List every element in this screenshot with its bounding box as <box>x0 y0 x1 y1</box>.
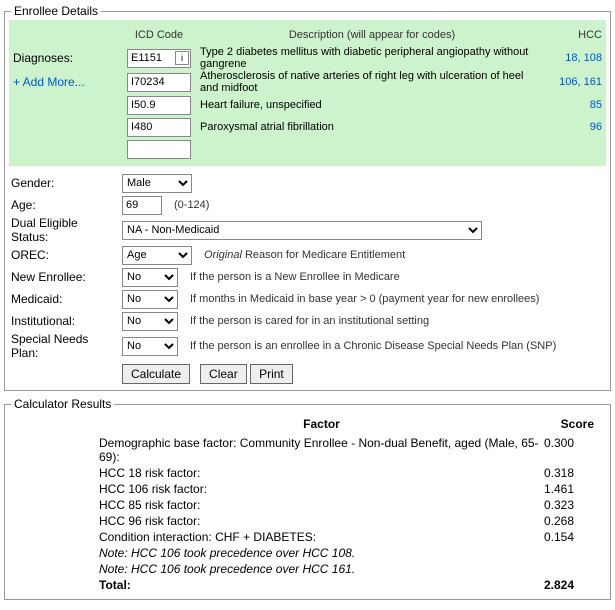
hdr-icd: ICD Code <box>124 29 194 41</box>
result-score: 0.268 <box>544 514 594 528</box>
dual-label: Dual Eligible Status: <box>11 216 116 244</box>
icd-input-2[interactable] <box>127 96 191 115</box>
diag-desc-2: Heart failure, unspecified <box>200 99 544 111</box>
diag-hcc-0: 18, 108 <box>550 52 602 64</box>
hdr-desc: Description (will appear for codes) <box>200 29 544 41</box>
result-score: 0.323 <box>544 498 594 512</box>
medicaid-label: Medicaid: <box>11 292 116 306</box>
result-factor: HCC 85 risk factor: <box>99 498 544 512</box>
newenrollee-label: New Enrollee: <box>11 270 116 284</box>
enrollee-legend: Enrollee Details <box>11 4 101 18</box>
snp-label: Special Needs Plan: <box>11 332 116 360</box>
medicaid-select[interactable]: No <box>122 290 178 309</box>
icd-input-1[interactable] <box>127 73 191 92</box>
diag-row: Paroxysmal atrial fibrillation 96 <box>13 116 602 138</box>
icd-input-3[interactable] <box>127 118 191 137</box>
diag-desc-3: Paroxysmal atrial fibrillation <box>200 121 544 133</box>
diag-hcc-1: 106, 161 <box>550 76 602 88</box>
age-input[interactable] <box>122 196 162 215</box>
diag-desc-0: Type 2 diabetes mellitus with diabetic p… <box>200 46 544 70</box>
result-factor: Condition interaction: CHF + DIABETES: <box>99 530 544 544</box>
diagnoses-block: ICD Code Description (will appear for co… <box>9 20 606 166</box>
gender-select[interactable]: Male <box>122 174 192 193</box>
institutional-hint: If the person is cared for in an institu… <box>190 315 429 327</box>
result-score: 0.318 <box>544 466 594 480</box>
result-score: 1.461 <box>544 482 594 496</box>
diag-hcc-2: 85 <box>550 99 602 111</box>
result-factor: HCC 106 risk factor: <box>99 482 544 496</box>
institutional-label: Institutional: <box>11 314 116 328</box>
results-body: Demographic base factor: Community Enrol… <box>11 435 604 593</box>
result-note: Note: HCC 106 took precedence over HCC 1… <box>99 561 594 577</box>
diag-header-row: ICD Code Description (will appear for co… <box>13 24 602 46</box>
newenrollee-hint: If the person is a New Enrollee in Medic… <box>190 271 400 283</box>
result-factor: HCC 18 risk factor: <box>99 466 544 480</box>
results-hdr-score: Score <box>544 417 594 431</box>
result-row: HCC 85 risk factor:0.323 <box>99 497 594 513</box>
result-factor: Demographic base factor: Community Enrol… <box>99 436 544 464</box>
orec-hint: Original Reason for Medicare Entitlement <box>204 249 405 261</box>
orec-select[interactable]: Age <box>122 246 192 265</box>
result-total: Total:2.824 <box>99 577 594 593</box>
dual-select[interactable]: NA - Non-Medicaid <box>122 221 482 240</box>
results-hdr-factor: Factor <box>99 417 544 431</box>
medicaid-hint: If months in Medicaid in base year > 0 (… <box>190 293 539 305</box>
age-label: Age: <box>11 198 116 212</box>
diag-hcc-3: 96 <box>550 121 602 133</box>
diag-row: Diagnoses: i Type 2 diabetes mellitus wi… <box>13 46 602 70</box>
clear-button[interactable]: Clear <box>200 364 247 384</box>
snp-hint: If the person is an enrollee in a Chroni… <box>190 340 556 352</box>
results-fieldset: Calculator Results Factor Score Demograp… <box>4 397 611 600</box>
orec-label: OREC: <box>11 248 116 262</box>
hdr-hcc: HCC <box>550 29 602 41</box>
result-row: Demographic base factor: Community Enrol… <box>99 435 594 465</box>
gender-label: Gender: <box>11 176 116 190</box>
result-score: 0.300 <box>544 436 594 464</box>
result-note: Note: HCC 106 took precedence over HCC 1… <box>99 545 594 561</box>
info-icon[interactable]: i <box>175 51 189 65</box>
print-button[interactable]: Print <box>250 364 293 384</box>
result-row: Condition interaction: CHF + DIABETES:0.… <box>99 529 594 545</box>
diag-row: Heart failure, unspecified 85 <box>13 94 602 116</box>
result-factor: HCC 96 risk factor: <box>99 514 544 528</box>
calculate-button[interactable]: Calculate <box>122 364 190 384</box>
diag-row: + Add More... Atherosclerosis of native … <box>13 70 602 94</box>
result-score: 0.154 <box>544 530 594 544</box>
icd-input-4[interactable] <box>127 140 191 159</box>
result-row: HCC 106 risk factor:1.461 <box>99 481 594 497</box>
diagnoses-label: Diagnoses: <box>13 51 118 65</box>
age-range: (0-124) <box>174 199 209 211</box>
results-legend: Calculator Results <box>11 397 114 411</box>
diag-desc-1: Atherosclerosis of native arteries of ri… <box>200 70 544 94</box>
enrollee-details-fieldset: Enrollee Details ICD Code Description (w… <box>4 4 611 391</box>
add-more-link[interactable]: + Add More... <box>13 75 118 89</box>
result-row: HCC 18 risk factor:0.318 <box>99 465 594 481</box>
diag-row <box>13 138 602 160</box>
result-row: HCC 96 risk factor:0.268 <box>99 513 594 529</box>
snp-select[interactable]: No <box>122 337 178 356</box>
newenrollee-select[interactable]: No <box>122 268 178 287</box>
institutional-select[interactable]: No <box>122 312 178 331</box>
